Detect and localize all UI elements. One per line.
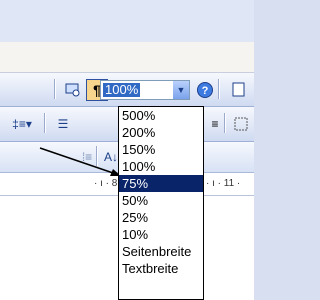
zoom-option[interactable]: 150% (119, 141, 203, 158)
zoom-option[interactable]: 500% (119, 107, 203, 124)
zoom-option[interactable]: 50% (119, 192, 203, 209)
zoom-option[interactable]: Textbreite (119, 260, 203, 277)
zoom-option[interactable]: 25% (119, 209, 203, 226)
zoom-option[interactable]: 100% (119, 158, 203, 175)
zoom-option[interactable]: Seitenbreite (119, 243, 203, 260)
zoom-dropdown-list[interactable]: 500% 200% 150% 100% 75% 50% 25% 10% Seit… (118, 106, 204, 300)
zoom-option[interactable]: 200% (119, 124, 203, 141)
zoom-option[interactable]: 10% (119, 226, 203, 243)
zoom-option-selected[interactable]: 75% (119, 175, 203, 192)
